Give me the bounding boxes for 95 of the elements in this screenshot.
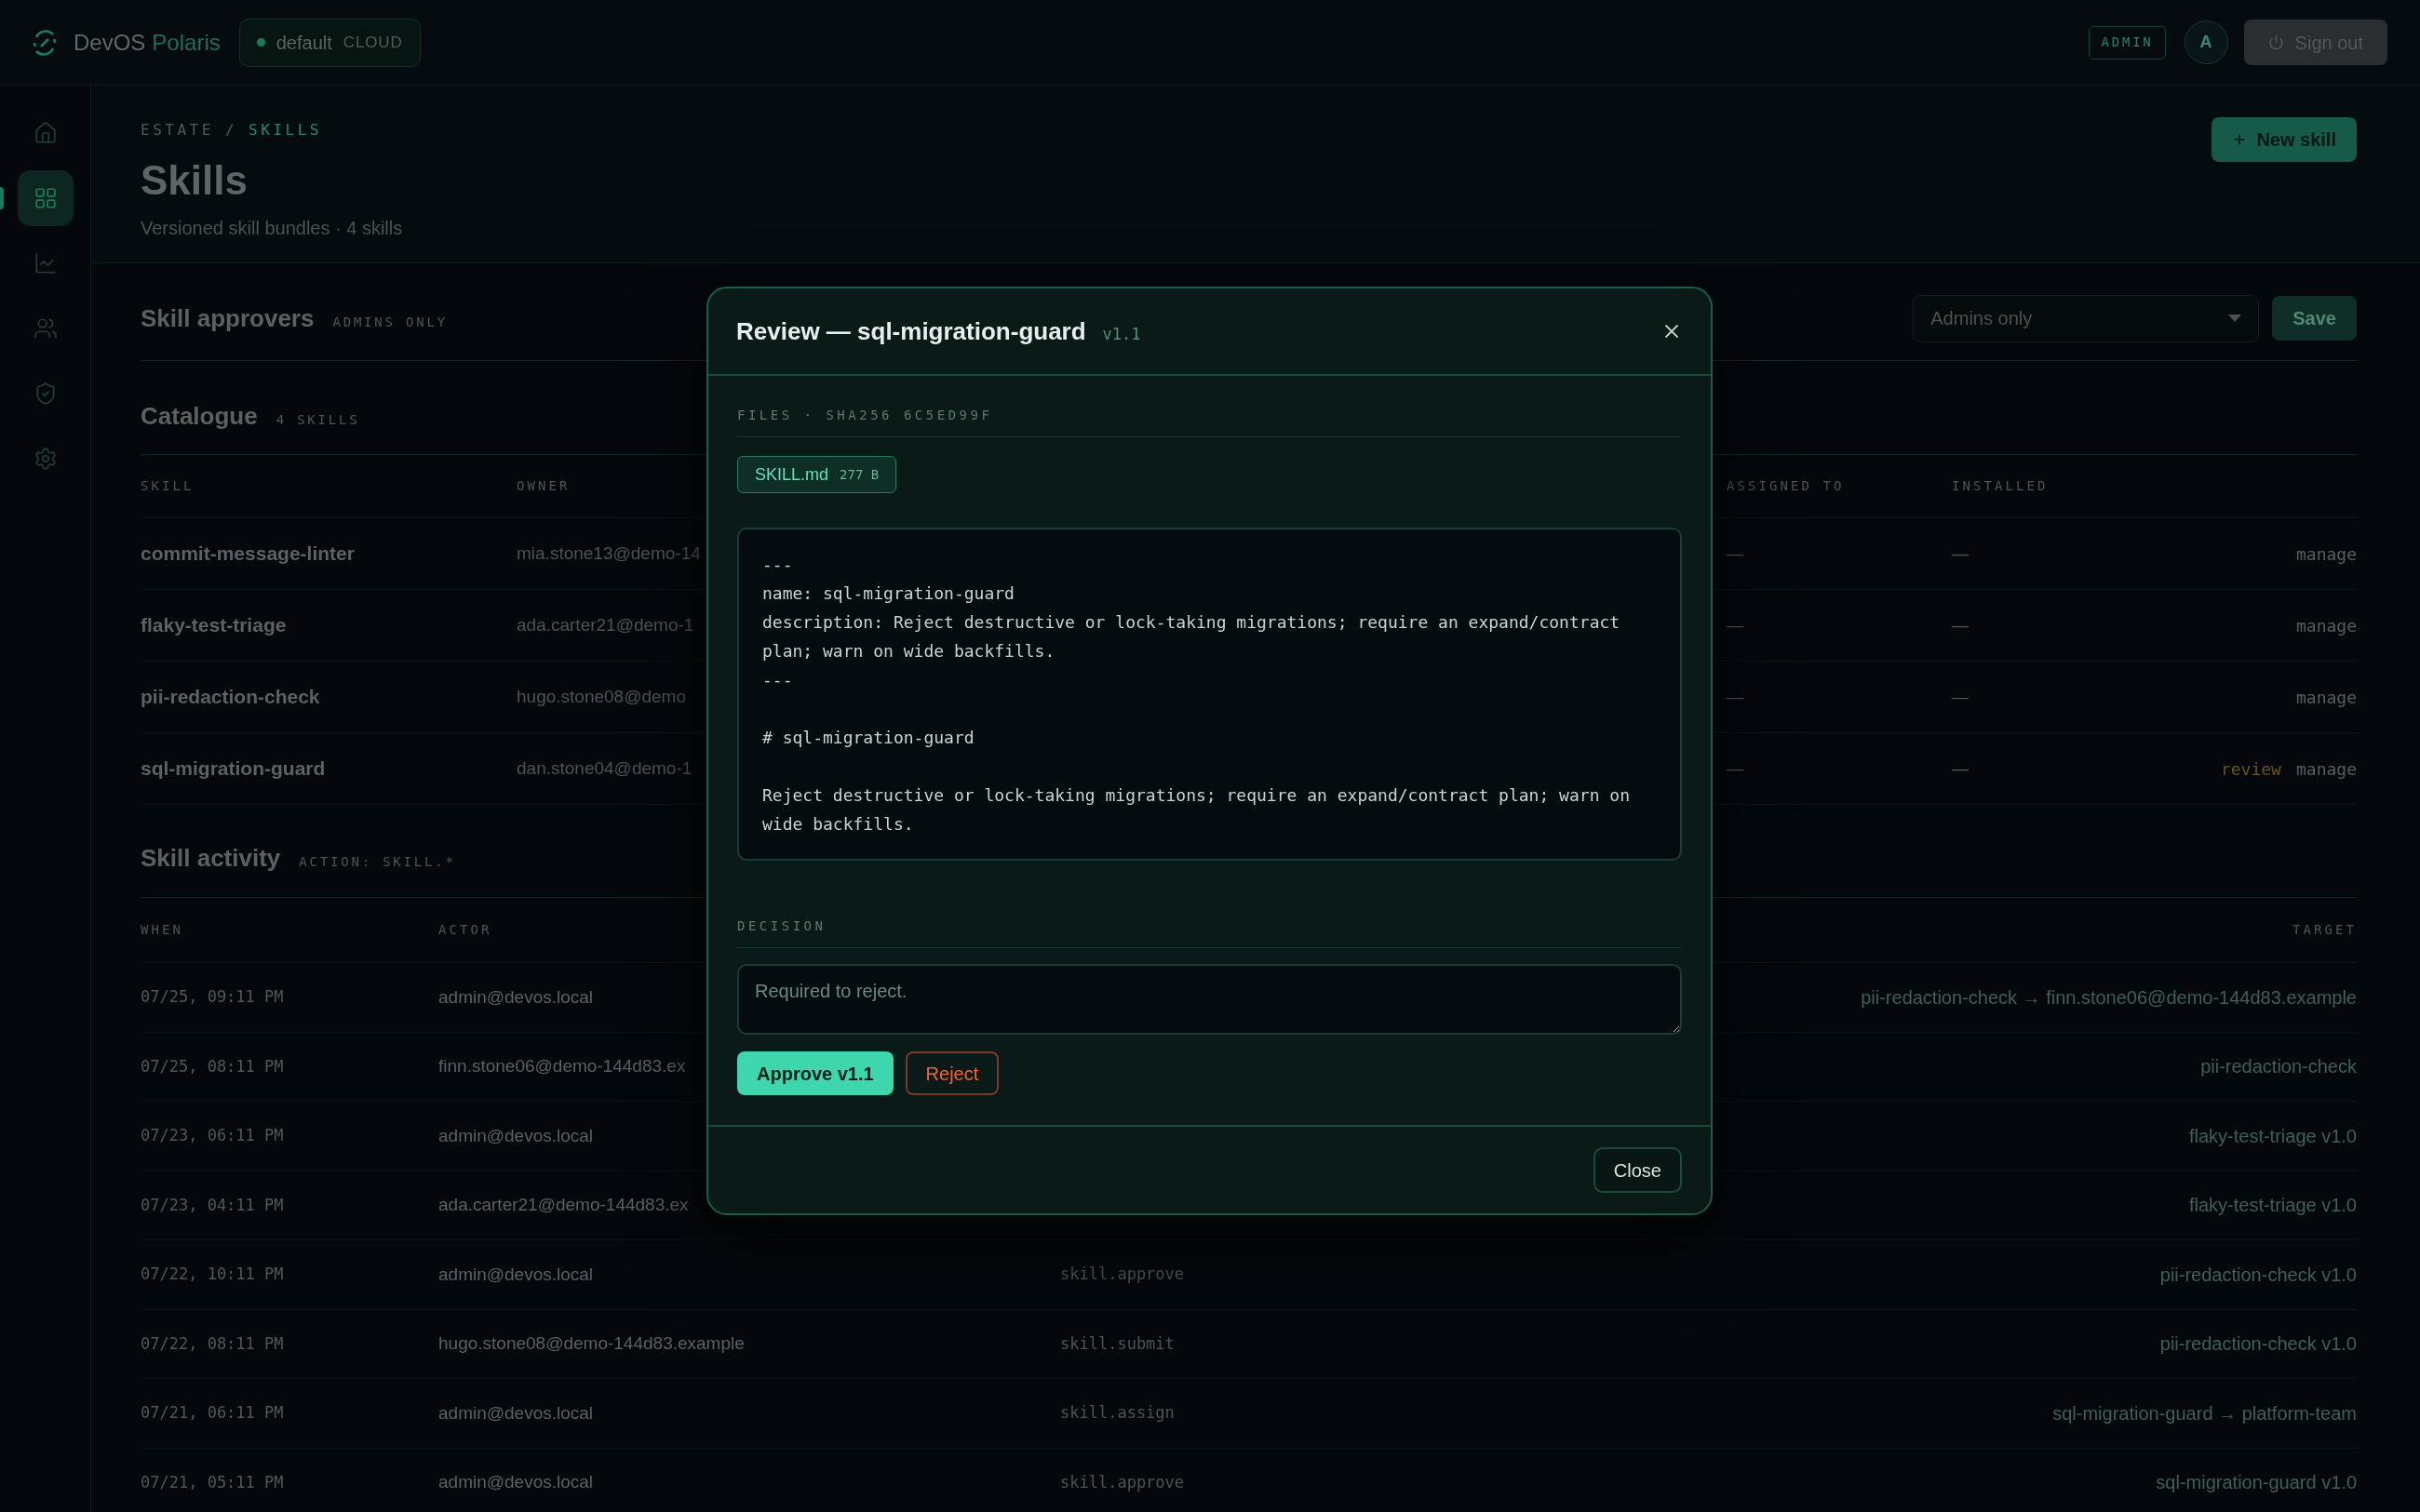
page-subtitle: Versioned skill bundles · 4 skills bbox=[141, 217, 403, 240]
role-badge: ADMIN bbox=[2089, 25, 2166, 60]
skill-name: pii-redaction-check bbox=[141, 685, 320, 710]
actor-email: ada.carter21@demo-144d83.ex bbox=[438, 1194, 689, 1216]
target-text: pii-redaction-check v1.0 bbox=[2159, 1263, 2357, 1287]
timestamp: 07/22, 08:11 PM bbox=[141, 1332, 284, 1355]
files-label: FILES · SHA256 6C5ED99F bbox=[737, 376, 1682, 437]
logo-wordmark-accent: Polaris bbox=[152, 28, 221, 57]
close-dialog-button[interactable]: Close bbox=[1593, 1147, 1682, 1193]
save-button[interactable]: Save bbox=[2272, 296, 2357, 341]
file-chip[interactable]: SKILL.md 277 B bbox=[737, 456, 897, 493]
skill-name: sql-migration-guard bbox=[141, 756, 326, 782]
skill-name: commit-message-linter bbox=[141, 542, 355, 567]
owner-email: ada.carter21@demo-1 bbox=[517, 613, 694, 636]
column-header: INSTALLED bbox=[1952, 477, 2049, 495]
column-header: ACTOR bbox=[438, 921, 492, 939]
table-cell-text: — bbox=[1727, 757, 1743, 780]
timestamp: 07/22, 10:11 PM bbox=[141, 1264, 284, 1285]
target-text: flaky-test-triage v1.0 bbox=[2188, 1194, 2357, 1218]
timestamp: 07/25, 08:11 PM bbox=[141, 1055, 284, 1077]
active-indicator bbox=[0, 187, 4, 209]
column-header: ASSIGNED TO bbox=[1727, 477, 1845, 495]
workspace-switcher[interactable]: default CLOUD bbox=[238, 18, 421, 67]
table-cell-text: — bbox=[1952, 614, 1969, 636]
breadcrumb-separator: / bbox=[224, 120, 238, 140]
file-content: --- name: sql-migration-guard description: Reject destructive or lock-taking migrations; require an expand/contract plan; warn on wide backfills. --- # sql-migration-guard Reject destructive or lock-taking migrations; require an expand/contract plan; warn on wide backfills. bbox=[737, 528, 1682, 861]
action-name: skill.submit bbox=[1060, 1332, 1175, 1355]
settings-icon bbox=[33, 447, 58, 471]
caret-icon bbox=[2228, 314, 2242, 322]
owner-email: hugo.stone08@demo bbox=[517, 685, 686, 708]
sidebar-item[interactable] bbox=[17, 170, 74, 226]
target-text: pii-redaction-check bbox=[2200, 1055, 2357, 1079]
actor-email: admin@devos.local bbox=[438, 985, 594, 1009]
section-title: Skill approvers bbox=[141, 302, 315, 334]
column-header: SKILL bbox=[141, 477, 195, 495]
table-cell-text: — bbox=[1727, 614, 1743, 636]
manage-link[interactable]: manage bbox=[2295, 756, 2357, 782]
table-cell-text: — bbox=[1727, 542, 1743, 565]
section-title: Skill activity bbox=[141, 843, 281, 874]
column-header: OWNER bbox=[517, 477, 571, 495]
section-tag: ACTION: SKILL.* bbox=[299, 852, 456, 872]
actor-email: admin@devos.local bbox=[438, 1401, 594, 1425]
users-icon bbox=[33, 316, 58, 341]
action-name: skill.assign bbox=[1060, 1402, 1175, 1424]
owner-email: dan.stone04@demo-1 bbox=[517, 756, 692, 780]
timestamp: 07/23, 06:11 PM bbox=[141, 1125, 284, 1146]
logo-wordmark: DevOS bbox=[74, 28, 146, 57]
target-text: sql-migration-guard v1.0 bbox=[2156, 1471, 2357, 1495]
owner-email: mia.stone13@demo-14 bbox=[517, 542, 701, 565]
target-text: pii-redaction-check → finn.stone06@demo-144d83.example bbox=[1861, 985, 2357, 1010]
timestamp: 07/21, 06:11 PM bbox=[141, 1402, 284, 1424]
skill-name: flaky-test-triage bbox=[141, 613, 287, 638]
logo-icon bbox=[31, 28, 59, 57]
table-cell-text: — bbox=[1952, 542, 1969, 565]
decision-label: DECISION bbox=[737, 917, 1682, 948]
timestamp: 07/25, 09:11 PM bbox=[141, 986, 284, 1008]
house-icon bbox=[33, 121, 58, 145]
timestamp: 07/23, 04:11 PM bbox=[141, 1194, 284, 1216]
page-title: Skills bbox=[141, 156, 249, 205]
column-header: TARGET bbox=[2292, 921, 2357, 939]
actor-email: admin@devos.local bbox=[438, 1263, 594, 1286]
target-text: pii-redaction-check v1.0 bbox=[2159, 1332, 2357, 1357]
column-header: WHEN bbox=[141, 921, 184, 939]
table-cell-text: — bbox=[1952, 757, 1969, 780]
manage-link[interactable]: manage bbox=[2295, 684, 2357, 710]
manage-link[interactable]: manage bbox=[2295, 612, 2357, 638]
approvers-select[interactable]: Admins only bbox=[1913, 294, 2260, 342]
table-cell-text: — bbox=[1727, 686, 1743, 708]
section-tag: ADMINS ONLY bbox=[332, 312, 448, 332]
actor-email: finn.stone06@demo-144d83.ex bbox=[438, 1055, 686, 1077]
breadcrumb-item[interactable]: SKILLS bbox=[249, 119, 322, 141]
grid-icon bbox=[33, 186, 58, 210]
power-icon bbox=[2267, 34, 2284, 50]
approve-button[interactable]: Approve v1.1 bbox=[737, 1051, 894, 1095]
table-cell-text: — bbox=[1952, 686, 1969, 708]
dialog-title: Review — sql-migration-guard bbox=[736, 315, 1086, 347]
actor-email: admin@devos.local bbox=[438, 1124, 594, 1147]
version-label: v1.1 bbox=[1102, 323, 1141, 345]
section-tag: 4 SKILLS bbox=[276, 410, 360, 430]
new-skill-button[interactable]: New skill bbox=[2212, 117, 2357, 162]
actor-email: admin@devos.local bbox=[438, 1471, 594, 1493]
line-chart-icon bbox=[33, 251, 58, 275]
section-title: Catalogue bbox=[141, 401, 258, 432]
actor-email: hugo.stone08@demo-144d83.example bbox=[438, 1332, 745, 1355]
target-text: flaky-test-triage v1.0 bbox=[2188, 1124, 2357, 1148]
review-link[interactable]: review bbox=[2220, 756, 2281, 782]
action-name: skill.approve bbox=[1060, 1264, 1185, 1285]
target-text: sql-migration-guard → platform-team bbox=[2052, 1401, 2357, 1425]
avatar-button[interactable]: A bbox=[2184, 20, 2228, 64]
timestamp: 07/21, 05:11 PM bbox=[141, 1471, 284, 1493]
manage-link[interactable]: manage bbox=[2295, 541, 2357, 567]
breadcrumb-item[interactable]: ESTATE bbox=[141, 119, 214, 141]
action-name: skill.approve bbox=[1060, 1471, 1185, 1493]
decision-field[interactable]: Required to reject. bbox=[737, 964, 1682, 1035]
reject-button[interactable]: Reject bbox=[905, 1051, 1000, 1095]
